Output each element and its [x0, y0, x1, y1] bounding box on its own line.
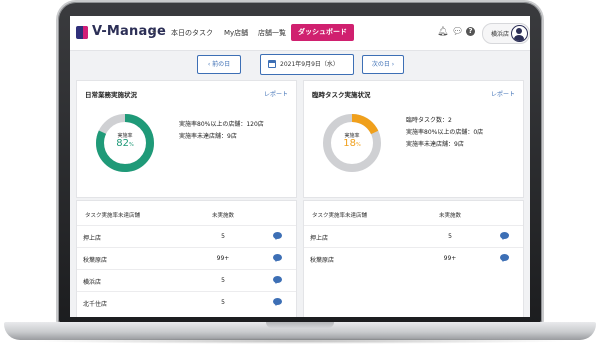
report-link[interactable]: レポート	[264, 89, 288, 98]
pending-count: 99+	[443, 255, 457, 262]
prev-day-label: 前の日	[212, 61, 231, 68]
pending-count: 5	[221, 299, 225, 306]
laptop-notch	[266, 322, 334, 328]
user-menu[interactable]: 横浜店	[482, 23, 530, 44]
comment-icon[interactable]	[273, 232, 282, 240]
column-header-count: 未実施数	[439, 213, 462, 219]
current-store-name: 横浜店	[491, 31, 510, 38]
store-name: 北千住店	[83, 301, 108, 308]
next-day-label: 次の日	[371, 61, 390, 68]
column-header-count: 未実施数	[212, 213, 235, 219]
donut-value: 82%	[116, 138, 134, 149]
comment-icon[interactable]	[500, 254, 509, 262]
stat-line: 実施率未達店舗：9店	[406, 141, 464, 148]
pending-count: 5	[221, 233, 225, 240]
temp-tasks-card: 臨時タスク実施状況 レポート 実施率 18% 臨時タスク数：2 実施率80%以上…	[303, 80, 524, 198]
card-title: 日常業務実施状況	[85, 91, 137, 99]
calendar-icon	[268, 60, 276, 68]
nav-item-store-list[interactable]: 店舗一覧	[258, 28, 286, 38]
store-name: 秋葉原店	[310, 257, 335, 264]
table-row[interactable]: 押上店 5	[304, 225, 523, 248]
table-row[interactable]: 秋葉原店 99+	[304, 247, 523, 270]
current-date: 2021年9月9日（水）	[280, 61, 339, 68]
table-row[interactable]: 横浜店 5	[77, 269, 296, 292]
table-row[interactable]: 秋葉原店 99+	[77, 247, 296, 270]
top-header: V-Manage ⌄ 本日のタスク My店舗 店舗一覧 ダッシュボード 🔔︎ 💬…	[70, 16, 530, 51]
help-icon[interactable]: ?	[466, 27, 475, 36]
pending-count: 5	[448, 233, 452, 240]
bell-icon[interactable]: 🔔︎	[437, 27, 448, 37]
stat-line: 実施率80%以上の店舗：0店	[406, 129, 484, 136]
store-name: 横浜店	[83, 279, 102, 286]
next-day-button[interactable]: 次の日 ›	[362, 55, 404, 74]
column-header-store: タスク実施率未達店舗	[85, 213, 141, 219]
chevron-right-icon: ›	[389, 61, 395, 68]
card-title: 臨時タスク実施状況	[312, 91, 371, 99]
pending-count: 99+	[216, 255, 230, 262]
pending-count: 5	[221, 277, 225, 284]
brand-logo-icon[interactable]	[76, 26, 88, 39]
store-name: 秋葉原店	[83, 257, 108, 264]
store-name: 押上店	[83, 235, 102, 242]
prev-day-button[interactable]: ‹ 前の日	[197, 55, 241, 74]
nav-item-dashboard[interactable]: ダッシュボード	[291, 24, 354, 41]
date-picker[interactable]: 2021年9月9日（水）	[260, 54, 354, 75]
temp-underperforming-list: タスク実施率未達店舗 未実施数 押上店 5 秋葉原店 99+	[303, 200, 524, 317]
completion-donut-chart: 実施率 18%	[321, 112, 383, 174]
comment-icon[interactable]	[500, 232, 509, 240]
comment-icon[interactable]	[273, 298, 282, 306]
stat-line: 臨時タスク数：2	[406, 117, 452, 124]
laptop-shadow	[30, 338, 570, 344]
avatar[interactable]	[511, 25, 528, 42]
table-row[interactable]: 押上店 5	[77, 225, 296, 248]
chat-icon[interactable]: 💬︎	[452, 27, 463, 37]
stat-line: 実施率80%以上の店舗：120店	[179, 121, 264, 128]
comment-icon[interactable]	[273, 254, 282, 262]
daily-tasks-card: 日常業務実施状況 レポート 実施率 82% 実施率80%以上の店舗：120店 実…	[76, 80, 297, 198]
stat-line: 実施率未達店舗：9店	[179, 133, 237, 140]
column-header-store: タスク実施率未達店舗	[312, 213, 368, 219]
store-name: 押上店	[310, 235, 329, 242]
nav-item-today-tasks[interactable]: 本日のタスク	[171, 28, 213, 38]
table-row[interactable]: 北千住店 5	[77, 291, 296, 314]
chevron-down-icon[interactable]: ⌄	[150, 25, 158, 36]
nav-item-my-store[interactable]: My店舗	[224, 28, 248, 38]
report-link[interactable]: レポート	[491, 89, 515, 98]
donut-value: 18%	[343, 138, 361, 149]
comment-icon[interactable]	[273, 276, 282, 284]
completion-donut-chart: 実施率 82%	[94, 112, 156, 174]
daily-underperforming-list: タスク実施率未達店舗 未実施数 押上店 5 秋葉原店 99+ 横浜店 5 北千住…	[76, 200, 297, 317]
app-screen: V-Manage ⌄ 本日のタスク My店舗 店舗一覧 ダッシュボード 🔔︎ 💬…	[70, 16, 530, 317]
